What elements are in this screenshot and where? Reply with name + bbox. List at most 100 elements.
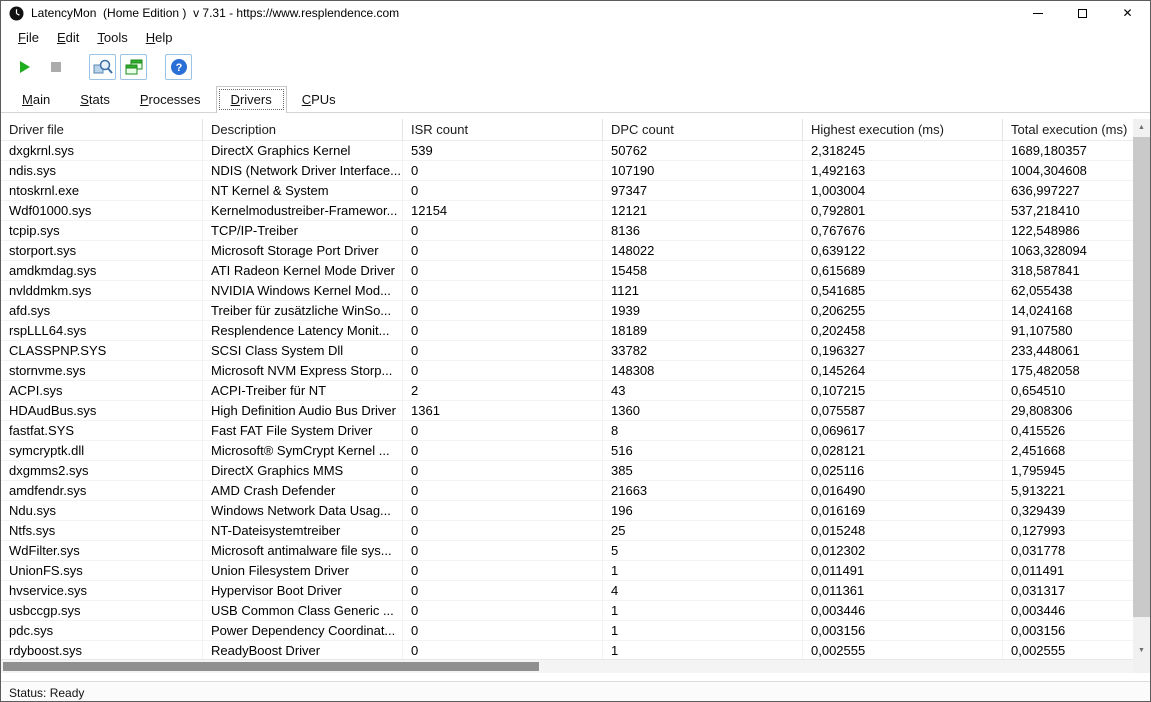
scroll-up-icon[interactable]: ▲ (1133, 119, 1150, 136)
vertical-scrollbar-thumb[interactable] (1133, 137, 1150, 617)
cell-driver-file: Ndu.sys (1, 501, 203, 520)
minimize-button[interactable] (1015, 1, 1060, 25)
tab-drivers[interactable]: Drivers (215, 86, 287, 113)
tab-cpus[interactable]: CPUs (287, 86, 351, 112)
menu-edit[interactable]: Edit (48, 27, 88, 48)
column-header-driver-file[interactable]: Driver file (1, 119, 203, 140)
cell-driver-file: usbccgp.sys (1, 601, 203, 620)
table-row[interactable]: stornvme.sys Microsoft NVM Express Storp.… (1, 361, 1135, 381)
menu-file[interactable]: File (9, 27, 48, 48)
table-row[interactable]: rspLLL64.sys Resplendence Latency Monit..… (1, 321, 1135, 341)
analyze-button[interactable] (89, 54, 116, 80)
column-header-isr-count[interactable]: ISR count (403, 119, 603, 140)
cell-highest-execution: 0,028121 (803, 441, 1003, 460)
menu-help[interactable]: Help (137, 27, 182, 48)
cell-highest-execution: 0,615689 (803, 261, 1003, 280)
maximize-button[interactable] (1060, 1, 1105, 25)
cell-total-execution: 1004,304608 (1003, 161, 1135, 180)
cell-description: Microsoft® SymCrypt Kernel ... (203, 441, 403, 460)
cell-description: USB Common Class Generic ... (203, 601, 403, 620)
horizontal-scrollbar-thumb[interactable] (3, 662, 539, 671)
drivers-table: Driver file Description ISR count DPC count… (1, 119, 1135, 659)
stop-monitor-button[interactable] (42, 54, 69, 80)
table-row[interactable]: dxgkrnl.sys DirectX Graphics Kernel 539 507… (1, 141, 1135, 161)
cell-driver-file: pdc.sys (1, 621, 203, 640)
help-button[interactable]: ? (165, 54, 192, 80)
cell-total-execution: 0,415526 (1003, 421, 1135, 440)
cell-driver-file: tcpip.sys (1, 221, 203, 240)
column-header-highest-execution[interactable]: Highest execution (ms) (803, 119, 1003, 140)
table-row[interactable]: HDAudBus.sys High Definition Audio Bus Dr… (1, 401, 1135, 421)
table-row[interactable]: hvservice.sys Hypervisor Boot Driver 0 4 0,0… (1, 581, 1135, 601)
table-row[interactable]: UnionFS.sys Union Filesystem Driver 0 1 0,01… (1, 561, 1135, 581)
table-row[interactable]: pdc.sys Power Dependency Coordinat... 0 1 0,… (1, 621, 1135, 641)
table-row[interactable]: Ntfs.sys NT-Dateisystemtreiber 0 25 0,015248… (1, 521, 1135, 541)
horizontal-scrollbar[interactable] (1, 659, 1135, 673)
menu-tools[interactable]: Tools (88, 27, 136, 48)
cell-dpc-count: 1939 (603, 301, 803, 320)
table-row[interactable]: dxgmms2.sys DirectX Graphics MMS 0 385 0,025… (1, 461, 1135, 481)
table-row[interactable]: CLASSPNP.SYS SCSI Class System Dll 0 33782 0… (1, 341, 1135, 361)
cell-highest-execution: 0,015248 (803, 521, 1003, 540)
table-row[interactable]: Wdf01000.sys Kernelmodustreiber-Framewor.… (1, 201, 1135, 221)
table-row[interactable]: ntoskrnl.exe NT Kernel & System 0 97347 1,00… (1, 181, 1135, 201)
cell-total-execution: 175,482058 (1003, 361, 1135, 380)
cell-highest-execution: 0,639122 (803, 241, 1003, 260)
cell-description: Fast FAT File System Driver (203, 421, 403, 440)
cell-dpc-count: 12121 (603, 201, 803, 220)
table-row[interactable]: symcryptk.dll Microsoft® SymCrypt Kernel … (1, 441, 1135, 461)
column-header-description[interactable]: Description (203, 119, 403, 140)
cell-dpc-count: 5 (603, 541, 803, 560)
cell-description: DirectX Graphics Kernel (203, 141, 403, 160)
table-row[interactable]: amdkmdag.sys ATI Radeon Kernel Mode Drive… (1, 261, 1135, 281)
cell-highest-execution: 0,107215 (803, 381, 1003, 400)
cell-total-execution: 0,003446 (1003, 601, 1135, 620)
cascade-windows-icon (125, 59, 142, 75)
tab-main[interactable]: Main (7, 86, 65, 112)
tab-stats[interactable]: Stats (65, 86, 125, 112)
cell-description: Microsoft NVM Express Storp... (203, 361, 403, 380)
cell-total-execution: 1689,180357 (1003, 141, 1135, 160)
cell-dpc-count: 1121 (603, 281, 803, 300)
start-monitor-button[interactable] (11, 54, 38, 80)
table-row[interactable]: ndis.sys NDIS (Network Driver Interface..… (1, 161, 1135, 181)
cell-total-execution: 29,808306 (1003, 401, 1135, 420)
cell-dpc-count: 107190 (603, 161, 803, 180)
cell-description: Windows Network Data Usag... (203, 501, 403, 520)
vertical-scrollbar[interactable]: ▲ ▼ (1133, 119, 1150, 659)
table-row[interactable]: nvlddmkm.sys NVIDIA Windows Kernel Mod...… (1, 281, 1135, 301)
svg-text:?: ? (175, 62, 182, 74)
table-row[interactable]: WdFilter.sys Microsoft antimalware file s… (1, 541, 1135, 561)
table-row[interactable]: Ndu.sys Windows Network Data Usag... 0 196 0… (1, 501, 1135, 521)
tab-processes[interactable]: Processes (125, 86, 216, 112)
cell-total-execution: 2,451668 (1003, 441, 1135, 460)
column-header-total-execution[interactable]: Total execution (ms) (1003, 119, 1135, 140)
table-row[interactable]: ACPI.sys ACPI-Treiber für NT 2 43 0,107215 0,… (1, 381, 1135, 401)
table-row[interactable]: rdyboost.sys ReadyBoost Driver 0 1 0,002555 0… (1, 641, 1135, 659)
column-header-dpc-count[interactable]: DPC count (603, 119, 803, 140)
cell-description: Power Dependency Coordinat... (203, 621, 403, 640)
cell-total-execution: 318,587841 (1003, 261, 1135, 280)
cell-total-execution: 0,329439 (1003, 501, 1135, 520)
cell-isr-count: 0 (403, 521, 603, 540)
cell-isr-count: 0 (403, 501, 603, 520)
table-row[interactable]: usbccgp.sys USB Common Class Generic ... 0… (1, 601, 1135, 621)
cell-total-execution: 122,548986 (1003, 221, 1135, 240)
cell-description: NT Kernel & System (203, 181, 403, 200)
table-row[interactable]: storport.sys Microsoft Storage Port Drive… (1, 241, 1135, 261)
close-button[interactable]: ✕ (1105, 1, 1150, 25)
cell-dpc-count: 18189 (603, 321, 803, 340)
table-row[interactable]: tcpip.sys TCP/IP-Treiber 0 8136 0,767676 122,… (1, 221, 1135, 241)
table-row[interactable]: amdfendr.sys AMD Crash Defender 0 21663 0,01… (1, 481, 1135, 501)
windows-button[interactable] (120, 54, 147, 80)
cell-isr-count: 539 (403, 141, 603, 160)
cell-total-execution: 62,055438 (1003, 281, 1135, 300)
window-title: LatencyMon (Home Edition ) v 7.31 - http… (31, 6, 400, 20)
table-row[interactable]: afd.sys Treiber für zusätzliche WinSo... 0… (1, 301, 1135, 321)
scroll-down-icon[interactable]: ▼ (1133, 642, 1150, 659)
table-row[interactable]: fastfat.SYS Fast FAT File System Driver 0 8… (1, 421, 1135, 441)
table-header-row: Driver file Description ISR count DPC count… (1, 119, 1135, 141)
cell-driver-file: fastfat.SYS (1, 421, 203, 440)
cell-highest-execution: 0,541685 (803, 281, 1003, 300)
cell-dpc-count: 8136 (603, 221, 803, 240)
